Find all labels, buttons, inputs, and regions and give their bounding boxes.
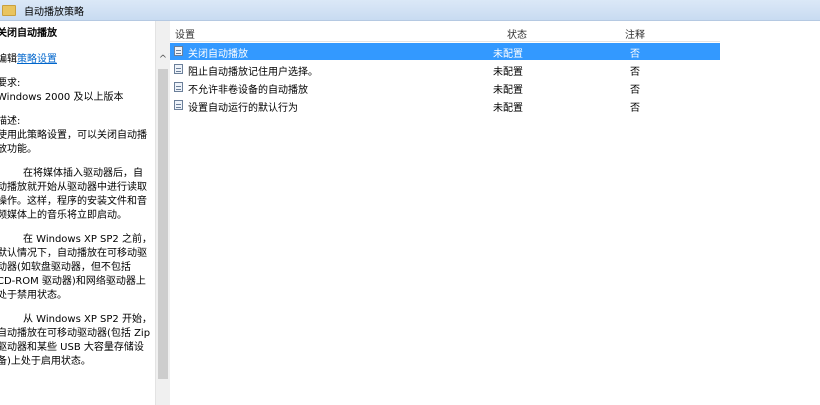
policy-row[interactable]: 阻止自动播放记住用户选择。 未配置 否 xyxy=(170,61,720,78)
scroll-up-arrow-icon[interactable]: ^ xyxy=(158,55,168,65)
description-pane: 关闭自动播放 编辑策略设置 要求: Windows 2000 及以上版本 描述:… xyxy=(0,21,155,405)
description-para-1: 使用此策略设置，可以关闭自动播放功能。 xyxy=(0,130,147,155)
policy-note: 否 xyxy=(630,49,640,60)
requirements: 要求: Windows 2000 及以上版本 xyxy=(0,77,152,105)
edit-policy-link[interactable]: 策略设置 xyxy=(17,54,57,65)
policy-name: 关闭自动播放 xyxy=(188,49,248,60)
policy-note: 否 xyxy=(630,67,640,78)
settings-list: 设置 状态 注释 关闭自动播放 未配置 否 阻止自动播放记住用户选择。 未配置 … xyxy=(170,21,820,405)
policy-row[interactable]: 关闭自动播放 未配置 否 xyxy=(170,43,720,60)
policy-name: 不允许非卷设备的自动播放 xyxy=(188,85,308,96)
description-scrollbar[interactable]: ^ xyxy=(155,21,170,405)
policy-row[interactable]: 设置自动运行的默认行为 未配置 否 xyxy=(170,97,720,114)
policy-state: 未配置 xyxy=(493,49,523,60)
scrollbar-thumb[interactable] xyxy=(158,69,168,379)
policy-setting-icon xyxy=(174,82,183,92)
column-header-note[interactable]: 注释 xyxy=(625,26,645,41)
policy-heading: 关闭自动播放 xyxy=(0,28,57,39)
folder-icon xyxy=(2,4,16,16)
description-para-2: 在将媒体插入驱动器后，自动播放就开始从驱动器中进行读取操作。这样，程序的安装文件… xyxy=(0,168,147,221)
policy-setting-icon xyxy=(174,46,183,56)
description-para-4: 从 Windows XP SP2 开始，自动播放在可移动驱动器(包括 Zip 驱… xyxy=(0,314,152,367)
policy-row[interactable]: 不允许非卷设备的自动播放 未配置 否 xyxy=(170,79,720,96)
title-bar: 自动播放策略 xyxy=(0,0,820,21)
policy-name: 设置自动运行的默认行为 xyxy=(188,103,298,114)
list-header: 设置 状态 注释 xyxy=(170,23,720,42)
policy-setting-icon xyxy=(174,100,183,110)
policy-name: 阻止自动播放记住用户选择。 xyxy=(188,67,318,78)
policy-note: 否 xyxy=(630,85,640,96)
description-label: 描述: xyxy=(0,116,21,127)
window-title: 自动播放策略 xyxy=(24,6,84,18)
description-block: 描述: 使用此策略设置，可以关闭自动播放功能。 xyxy=(0,115,152,157)
policy-state: 未配置 xyxy=(493,85,523,96)
policy-setting-icon xyxy=(174,64,183,74)
requirements-value: Windows 2000 及以上版本 xyxy=(0,92,124,103)
column-header-setting[interactable]: 设置 xyxy=(175,26,195,41)
column-header-state[interactable]: 状态 xyxy=(507,26,527,41)
policy-state: 未配置 xyxy=(493,103,523,114)
edit-prefix: 编辑 xyxy=(0,54,17,65)
edit-line: 编辑策略设置 xyxy=(0,53,152,67)
policy-note: 否 xyxy=(630,103,640,114)
description-para-3: 在 Windows XP SP2 之前，默认情况下，自动播放在可移动驱动器(如软… xyxy=(0,234,152,301)
policy-state: 未配置 xyxy=(493,67,523,78)
requirements-label: 要求: xyxy=(0,78,21,89)
